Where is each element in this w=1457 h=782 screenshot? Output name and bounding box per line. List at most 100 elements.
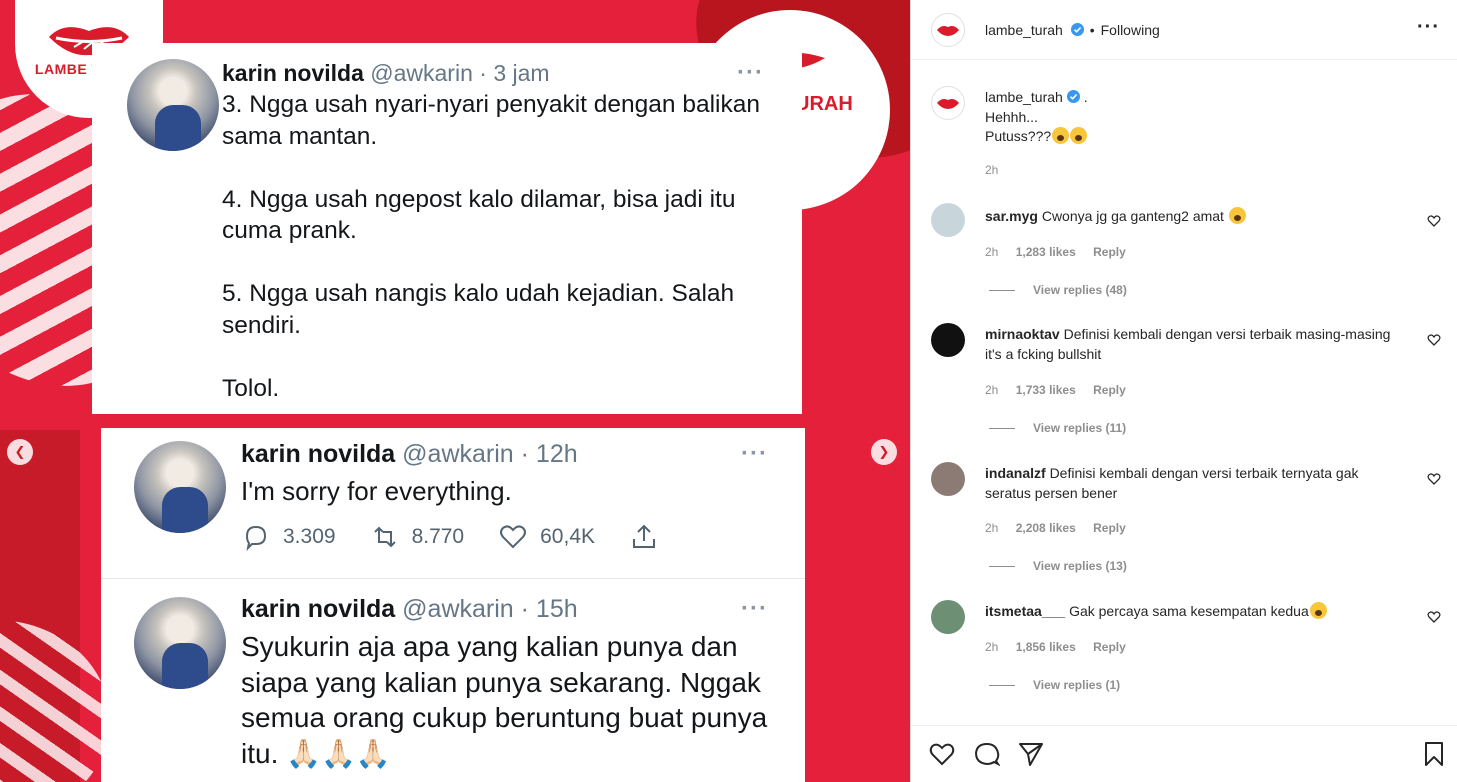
reply-button[interactable]: Reply [1093, 383, 1126, 397]
tweet-time: · 3 jam [479, 60, 550, 86]
send-icon[interactable] [1018, 741, 1044, 767]
comment-text: sar.myg Cwonya jg ga ganteng2 amat [985, 206, 1405, 226]
comment-likes[interactable]: 1,856 likes [1016, 640, 1076, 654]
tweet-handle: @awkarin [402, 595, 514, 623]
comment-username[interactable]: sar.myg [985, 208, 1038, 224]
tweet-avatar [134, 597, 226, 689]
tweet-more-icon: ··· [737, 59, 764, 86]
shocked-emoji-icon [1070, 127, 1088, 144]
tweet-reply-count: 3.309 [241, 522, 336, 552]
comment-icon[interactable] [974, 741, 1000, 767]
following-button[interactable]: Following [1101, 22, 1160, 38]
caption-timestamp[interactable]: 2h [985, 163, 998, 177]
view-replies-label[interactable]: View replies (48) [1033, 283, 1127, 297]
avatar[interactable] [931, 323, 965, 357]
reply-icon [245, 525, 267, 552]
post-header: lambe_turah • Following ··· [911, 0, 1457, 60]
avatar[interactable] [931, 12, 965, 47]
tweet-author-name: karin novilda [241, 440, 396, 468]
comment-username[interactable]: indanalzf [985, 465, 1046, 481]
tweet-actions: 3.309 8.770 60,4K [241, 522, 705, 552]
avatar[interactable] [931, 600, 965, 634]
separator-dot: • [1089, 21, 1095, 38]
comment-meta: 2h 1,283 likes Reply [985, 245, 1140, 259]
share-icon [633, 524, 656, 548]
heart-icon[interactable] [929, 741, 955, 767]
sad-emoji-icon [1309, 602, 1327, 619]
shocked-emoji-icon [1052, 127, 1070, 144]
caption-line: Putuss??? [985, 128, 1052, 144]
tweet-handle: @awkarin [370, 60, 473, 86]
view-replies-button[interactable]: View replies (1) [989, 678, 1120, 692]
chevron-right-icon: ❯ [878, 444, 890, 459]
tweet-avatar [127, 59, 219, 151]
tweet-card: karin novilda @awkarin · 12h ··· I'm sor… [101, 428, 805, 578]
post-actions-bar [911, 725, 1457, 782]
view-replies-label[interactable]: View replies (11) [1033, 421, 1126, 435]
comment-likes[interactable]: 1,283 likes [1016, 245, 1076, 259]
view-replies-button[interactable]: View replies (48) [989, 283, 1127, 297]
tweet-author-name: karin novilda [241, 595, 396, 623]
comment-text: itsmetaa___ Gak percaya sama kesempatan … [985, 601, 1405, 621]
reply-count: 3.309 [283, 525, 336, 548]
heart-icon[interactable] [1427, 214, 1441, 228]
carousel-next-button[interactable]: ❯ [871, 439, 897, 465]
bookmark-icon[interactable] [1421, 741, 1447, 767]
more-options-icon[interactable]: ··· [1417, 16, 1440, 39]
comment-time[interactable]: 2h [985, 245, 998, 259]
tweet-header: karin novilda @awkarin · 3 jam [222, 60, 550, 87]
tweet-avatar [134, 441, 226, 533]
grin-emoji-icon [1228, 207, 1246, 224]
avatar[interactable] [931, 203, 965, 237]
comment-username[interactable]: mirnaoktav [985, 326, 1060, 342]
tweet-header: karin novilda @awkarin · 12h [241, 440, 578, 469]
divider [989, 289, 1015, 291]
avatar[interactable] [931, 86, 965, 120]
view-replies-button[interactable]: View replies (13) [989, 559, 1127, 573]
comment-body: Gak percaya sama kesempatan kedua [1069, 603, 1309, 619]
header-username[interactable]: lambe_turah [985, 22, 1084, 38]
tweet-share [629, 522, 671, 552]
post-media[interactable]: URAH LAMBE TURAH karin novilda @awkarin … [0, 0, 910, 782]
tweet-body: 3. Ngga usah nyari-nyari penyakit dengan… [222, 91, 760, 402]
caption-text: lambe_turah . Hehhh... Putuss??? [985, 88, 1088, 147]
caption-username[interactable]: lambe_turah [985, 89, 1063, 105]
comment-likes[interactable]: 1,733 likes [1016, 383, 1076, 397]
comment-meta: 2h 1,733 likes Reply [985, 383, 1140, 397]
view-replies-button[interactable]: View replies (11) [989, 421, 1126, 435]
background-stripes [0, 620, 110, 782]
reply-button[interactable]: Reply [1093, 245, 1126, 259]
tweet-more-icon: ··· [741, 595, 768, 622]
caption-line: Hehhh... [985, 108, 1038, 125]
comment-likes[interactable]: 2,208 likes [1016, 521, 1076, 535]
tweet-time: · 12h [520, 440, 578, 468]
heart-icon[interactable] [1427, 610, 1441, 624]
retweet-count: 8.770 [411, 525, 465, 548]
heart-icon[interactable] [1427, 333, 1441, 347]
comment-time[interactable]: 2h [985, 521, 998, 535]
tweet-time: · 15h [520, 595, 578, 623]
comment-time[interactable]: 2h [985, 640, 998, 654]
brand-logo-subtext [88, 79, 89, 84]
tweet-body: Syukurin aja apa yang kalian punya dan s… [241, 631, 768, 769]
tweet-card: karin novilda @awkarin · 3 jam ··· 3. Ng… [92, 43, 802, 414]
lips-logo-icon [937, 99, 959, 109]
view-replies-label[interactable]: View replies (1) [1033, 678, 1120, 692]
reply-button[interactable]: Reply [1093, 521, 1126, 535]
comment-time[interactable]: 2h [985, 383, 998, 397]
tweet-retweet-count: 8.770 [370, 522, 465, 552]
carousel-prev-button[interactable]: ❮ [7, 439, 33, 465]
comment-username[interactable]: itsmetaa___ [985, 603, 1065, 619]
avatar[interactable] [931, 462, 965, 496]
username-link[interactable]: lambe_turah [985, 22, 1063, 38]
heart-icon[interactable] [1427, 472, 1441, 486]
divider [989, 565, 1015, 567]
like-count: 60,4K [540, 525, 596, 548]
reply-button[interactable]: Reply [1093, 640, 1126, 654]
divider [989, 427, 1015, 429]
view-replies-label[interactable]: View replies (13) [1033, 559, 1127, 573]
chevron-left-icon: ❮ [14, 444, 26, 459]
lips-logo-icon [937, 25, 959, 36]
verified-badge-icon [1070, 22, 1084, 36]
tweet-body: I'm sorry for everything. [241, 476, 512, 506]
